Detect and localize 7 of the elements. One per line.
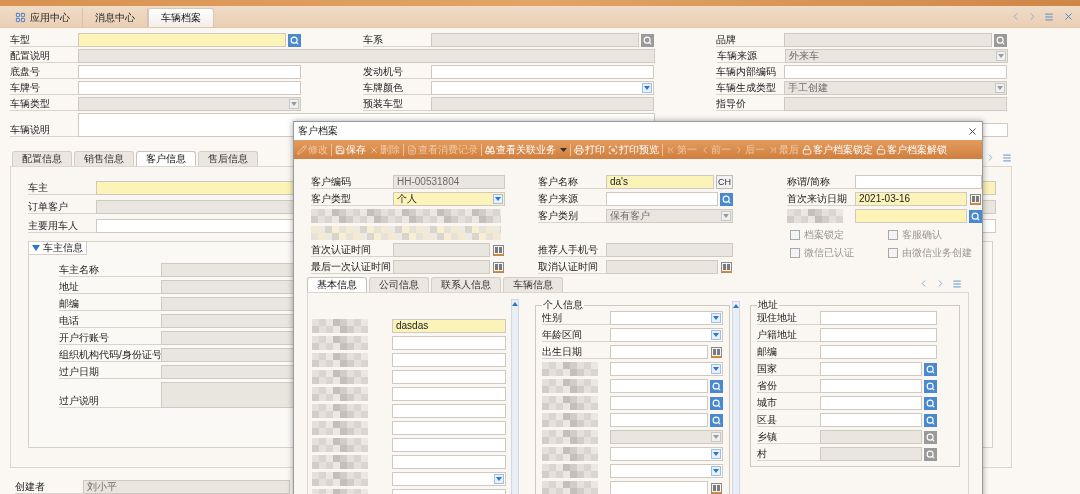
checkbox-label: 由微信业务创建 — [902, 247, 972, 259]
checkbox-label: 微信已认证 — [804, 247, 854, 259]
checkbox-label: 客服确认 — [902, 229, 942, 241]
checkbox-label: 档案锁定 — [804, 229, 844, 241]
group-title: 个人信息 — [542, 299, 584, 311]
group-title: 地址 — [757, 299, 779, 311]
dialog-title: 客户档案 — [298, 125, 338, 137]
